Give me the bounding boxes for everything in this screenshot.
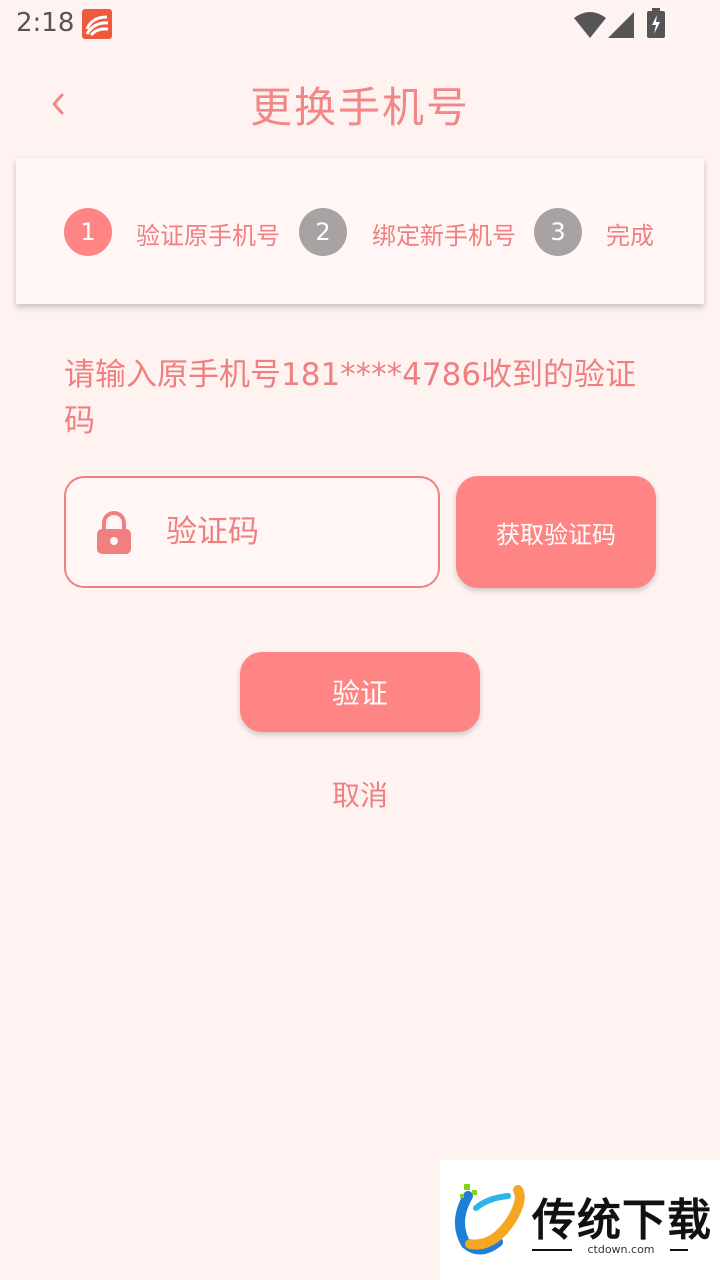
step-3-label: 完成 [606,222,654,250]
verify-button[interactable]: 验证 [240,652,480,732]
instruction-text: 请输入原手机号181****4786收到的验证码 [64,357,637,439]
ctdown-logo-icon [455,1184,525,1255]
lock-icon [97,511,131,554]
app-notification-icon [82,9,112,39]
signal-icon [608,12,634,38]
step-3-badge: 3 [534,208,582,256]
cancel-link[interactable]: 取消 [260,774,460,814]
watermark-divider-right [670,1249,688,1251]
step-2-badge: 2 [299,208,347,256]
get-code-button[interactable]: 获取验证码 [456,476,656,588]
verification-code-input[interactable] [166,504,416,560]
watermark-title: 传统下载 [532,1195,712,1246]
verification-code-field[interactable] [64,476,440,588]
watermark-divider-left [532,1249,572,1251]
step-2-label: 绑定新手机号 [372,222,516,250]
watermark-site: ctdown.com [587,1243,655,1256]
status-time: 2:18 [16,8,75,38]
step-1-label: 验证原手机号 [136,222,280,250]
page-title: 更换手机号 [249,83,470,132]
step-1-badge: 1 [64,208,112,256]
watermark: 传统下载 ctdown.com [440,1160,720,1280]
status-bar: 2:18 [0,0,720,50]
wifi-icon [574,12,606,38]
steps-progress-card: 1 验证原手机号 2 绑定新手机号 3 完成 [16,158,704,304]
battery-icon [647,8,665,38]
